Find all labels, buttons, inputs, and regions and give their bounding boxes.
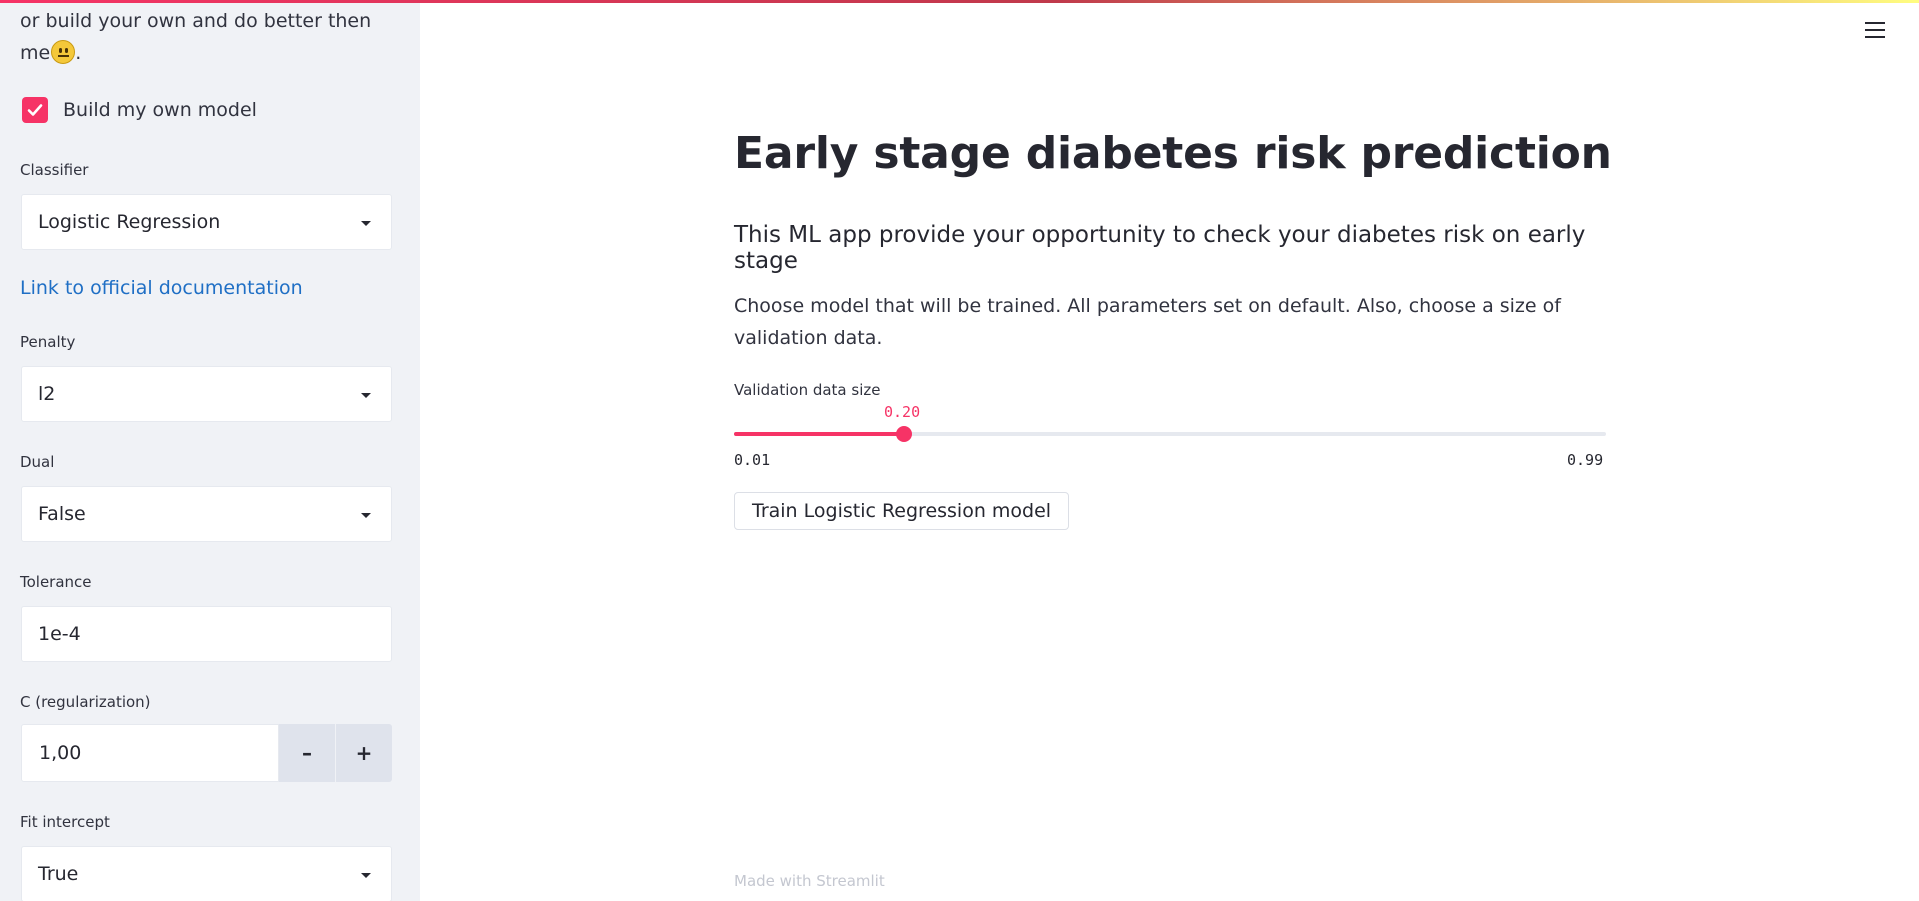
build-own-model-checkbox[interactable]: Build my own model (22, 97, 257, 123)
fit-intercept-select[interactable]: True (21, 846, 392, 901)
slider-min-label: 0.01 (734, 451, 771, 469)
sidebar-intro-text: you can use my model you can pick her or… (20, 10, 372, 64)
tolerance-value: 1e-4 (38, 623, 81, 645)
decrement-button[interactable]: – (279, 724, 335, 782)
fit-intercept-label: Fit intercept (20, 813, 110, 831)
dual-value: False (38, 503, 86, 525)
classifier-label: Classifier (20, 161, 89, 179)
penalty-label: Penalty (20, 333, 76, 351)
top-decoration-stripe (0, 0, 1919, 3)
tolerance-input[interactable]: 1e-4 (21, 606, 392, 662)
c-regularization-label: C (regularization) (20, 693, 151, 711)
slightly-frowning-face-icon (51, 40, 76, 64)
penalty-value: l2 (38, 383, 56, 405)
page-subtitle: This ML app provide your opportunity to … (734, 222, 1586, 274)
slider-max-label: 0.99 (1567, 451, 1604, 469)
documentation-link[interactable]: Link to official documentation (20, 277, 303, 299)
build-own-model-label: Build my own model (63, 99, 257, 121)
increment-button[interactable]: + (336, 724, 392, 782)
classifier-value: Logistic Regression (38, 211, 221, 233)
hamburger-menu-icon[interactable] (1865, 22, 1885, 43)
caret-down-icon (361, 221, 371, 226)
slider-thumb[interactable] (896, 426, 912, 442)
fit-intercept-value: True (38, 863, 79, 885)
tolerance-label: Tolerance (20, 573, 92, 591)
caret-down-icon (361, 393, 371, 398)
c-regularization-value: 1,00 (39, 742, 82, 764)
caret-down-icon (361, 513, 371, 518)
penalty-select[interactable]: l2 (21, 366, 392, 422)
sidebar: you can use my model you can pick her or… (0, 0, 420, 901)
checkmark-icon[interactable] (22, 97, 48, 123)
dual-label: Dual (20, 453, 55, 471)
classifier-select[interactable]: Logistic Regression (21, 194, 392, 250)
caret-down-icon (361, 873, 371, 878)
dual-select[interactable]: False (21, 486, 392, 542)
slider-fill (734, 432, 904, 436)
slider-track[interactable] (734, 432, 1606, 436)
c-regularization-input[interactable]: 1,00 (21, 724, 279, 782)
sidebar-intro: you can use my model you can pick her or… (20, 0, 400, 69)
slider-current-value: 0.20 (884, 403, 921, 421)
train-model-button[interactable]: Train Logistic Regression model (734, 492, 1070, 530)
page-title: Early stage diabetes risk prediction (734, 128, 1612, 179)
page-description: Choose model that will be trained. All p… (734, 295, 1561, 349)
validation-size-label: Validation data size (734, 381, 881, 399)
footer-credit: Made with Streamlit (734, 872, 885, 890)
